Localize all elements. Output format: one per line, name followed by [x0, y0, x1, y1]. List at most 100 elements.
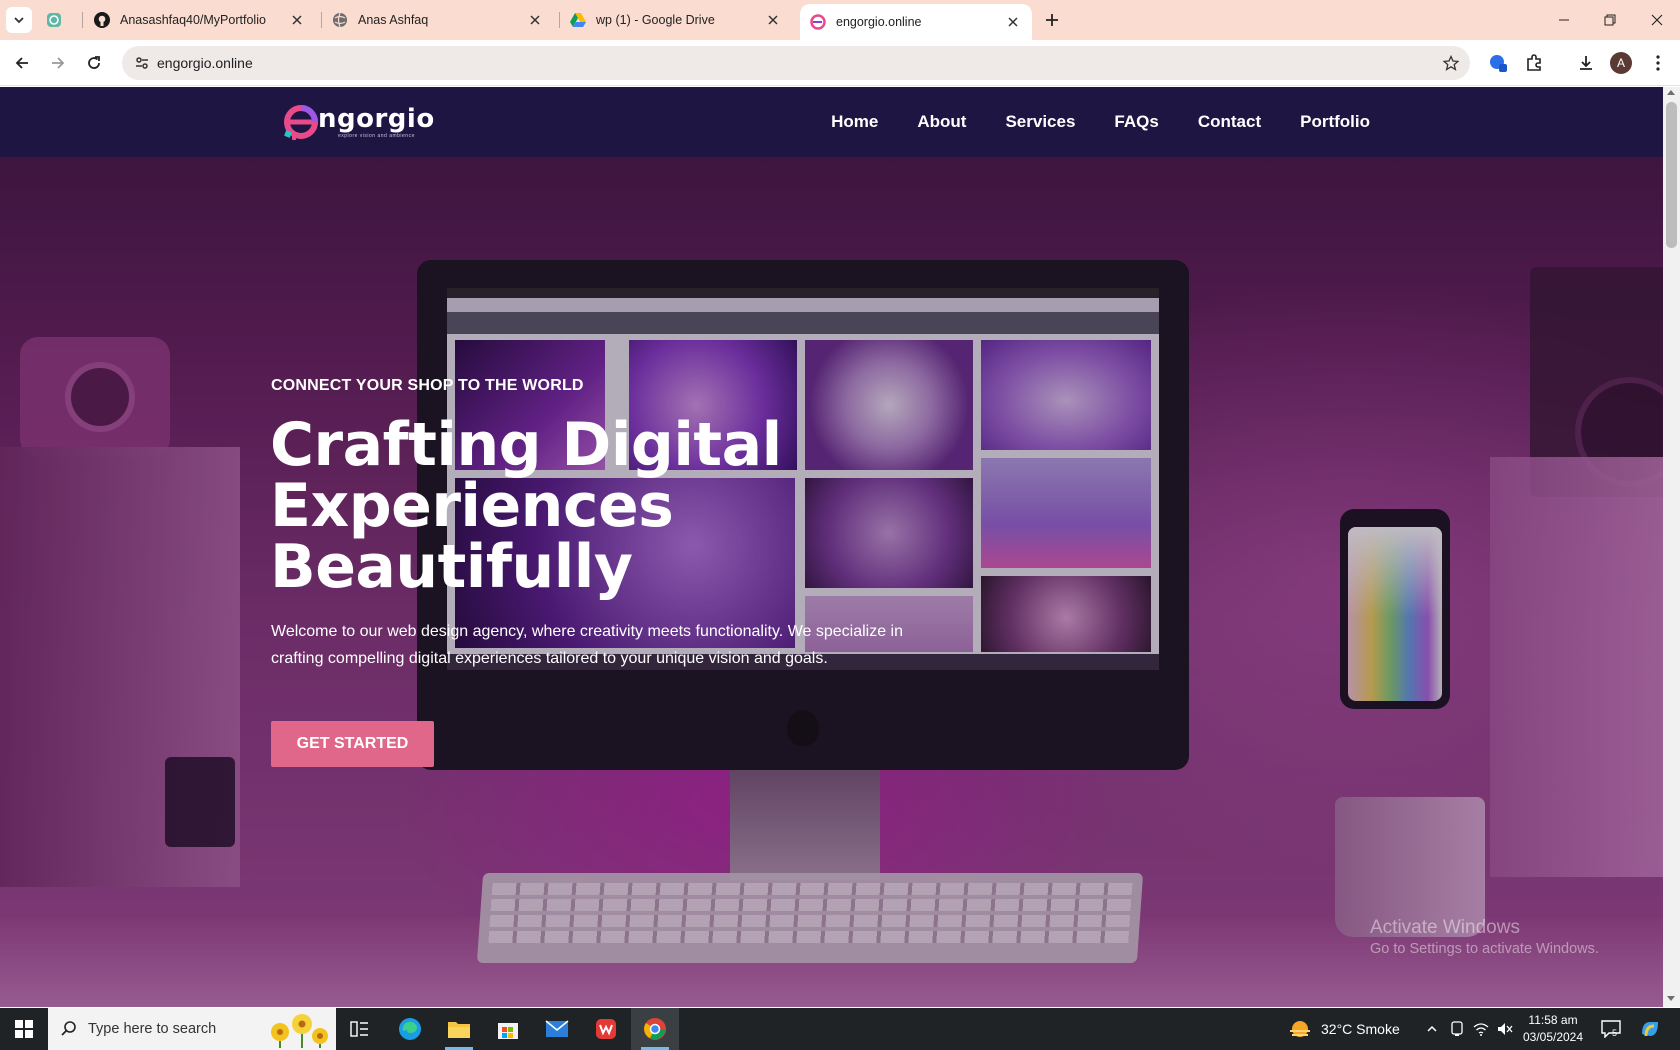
task-view-button[interactable] [336, 1008, 384, 1050]
downloads-button[interactable] [1572, 49, 1600, 77]
tab-title: Anas Ashfaq [358, 13, 429, 27]
get-started-button[interactable]: GET STARTED [271, 721, 434, 767]
tab-search-button[interactable] [6, 7, 32, 33]
minimize-icon [1559, 19, 1569, 21]
hero-section: CONNECT YOUR SHOP TO THE WORLD Crafting … [0, 157, 1663, 1007]
mail-taskbar-app[interactable] [533, 1008, 581, 1050]
notification-icon [1601, 1020, 1621, 1038]
tab-anas-ashfaq[interactable]: Anas Ashfaq [332, 0, 554, 40]
page-viewport: ngorgio explore vision and ambience Home… [0, 87, 1663, 1007]
chrome-menu-button[interactable] [1644, 49, 1672, 77]
edge-icon [399, 1018, 421, 1040]
scroll-down-icon[interactable] [1667, 996, 1675, 1001]
arrow-left-icon [15, 57, 28, 69]
nav-home[interactable]: Home [831, 112, 878, 132]
nav-services[interactable]: Services [1005, 112, 1075, 132]
flower-highlight-icon [271, 1014, 328, 1048]
logo-tagline: explore vision and ambience [338, 133, 415, 139]
system-clock[interactable]: 11:58 am 03/05/2024 [1522, 1012, 1584, 1046]
hero-title-line: Beautifully [270, 532, 633, 602]
github-icon [94, 12, 110, 28]
watermark-title: Activate Windows [1370, 917, 1520, 938]
task-view-icon [350, 1021, 368, 1037]
tab-google-drive[interactable]: wp (1) - Google Drive [570, 0, 792, 40]
site-header: ngorgio explore vision and ambience Home… [0, 87, 1663, 157]
hero-title: Crafting Digital Experiences Beautifully [270, 415, 970, 598]
nav-faqs[interactable]: FAQs [1114, 112, 1158, 132]
notification-center-button[interactable]: 5 [1594, 1008, 1628, 1050]
chevron-up-icon [1427, 1025, 1437, 1032]
taskbar-search[interactable]: Type here to search [48, 1008, 336, 1050]
tab-chatgpt[interactable] [46, 0, 80, 40]
logo-text: ngorgio [318, 104, 435, 134]
site-info-icon[interactable] [130, 51, 154, 75]
notification-count: 5 [1612, 1028, 1618, 1038]
tab-github[interactable]: Anasashfaq40/MyPortfolio [94, 0, 316, 40]
tab-title: Anasashfaq40/MyPortfolio [120, 13, 266, 27]
browser-toolbar: engorgio.online A [0, 40, 1680, 86]
nav-contact[interactable]: Contact [1198, 112, 1261, 132]
wps-office-icon [596, 1019, 616, 1039]
page-scrollbar[interactable] [1663, 87, 1680, 1007]
search-placeholder: Type here to search [88, 1021, 217, 1037]
network-button[interactable] [1470, 1008, 1492, 1050]
address-bar[interactable]: engorgio.online [122, 46, 1470, 80]
close-icon[interactable] [526, 11, 544, 29]
watermark-subtitle: Go to Settings to activate Windows. [1370, 941, 1599, 957]
wifi-icon [1473, 1023, 1489, 1036]
close-icon[interactable] [764, 11, 782, 29]
clock-date: 03/05/2024 [1522, 1030, 1584, 1044]
bookmark-star-icon[interactable] [1440, 52, 1462, 74]
copilot-icon [1642, 1022, 1658, 1037]
new-tab-button[interactable] [1040, 8, 1064, 32]
extensions-menu-button[interactable] [1520, 49, 1548, 77]
hero-title-line: Crafting Digital [270, 410, 782, 480]
close-window-button[interactable] [1634, 0, 1680, 40]
close-icon[interactable] [1004, 13, 1022, 31]
arrow-right-icon [52, 57, 65, 69]
activate-windows-watermark: Activate Windows Go to Settings to activ… [1370, 917, 1599, 957]
meet-now-button[interactable] [1446, 1008, 1468, 1050]
mail-icon [545, 1020, 569, 1037]
search-icon [61, 1021, 76, 1036]
scroll-up-icon[interactable] [1667, 90, 1675, 95]
reload-button[interactable] [80, 49, 108, 77]
tray-overflow-button[interactable] [1421, 1008, 1443, 1050]
restore-icon [1604, 14, 1616, 26]
extension-button[interactable] [1484, 49, 1512, 77]
file-explorer-taskbar-app[interactable] [435, 1008, 483, 1050]
copilot-button[interactable] [1630, 1008, 1670, 1050]
browser-tab-strip: Anasashfaq40/MyPortfolio Anas Ashfaq wp … [0, 0, 1680, 40]
device-icon [1451, 1021, 1463, 1036]
puzzle-icon [1527, 54, 1541, 71]
google-drive-icon [570, 12, 586, 28]
close-icon[interactable] [288, 11, 306, 29]
download-icon [1580, 56, 1592, 70]
wps-taskbar-app[interactable] [582, 1008, 630, 1050]
main-nav: Home About Services FAQs Contact Portfol… [792, 87, 1370, 157]
store-taskbar-app[interactable] [484, 1008, 532, 1050]
tab-engorgio[interactable]: engorgio.online [800, 4, 1032, 40]
clock-time: 11:58 am [1528, 1013, 1578, 1027]
close-icon [1651, 14, 1663, 26]
forward-button[interactable] [44, 49, 72, 77]
engorgio-favicon [810, 14, 826, 30]
nav-about[interactable]: About [917, 112, 966, 132]
edge-taskbar-app[interactable] [386, 1008, 434, 1050]
minimize-button[interactable] [1541, 0, 1587, 40]
volume-button[interactable] [1494, 1008, 1516, 1050]
back-button[interactable] [8, 49, 36, 77]
site-logo[interactable]: ngorgio explore vision and ambience [282, 103, 435, 143]
nav-portfolio[interactable]: Portfolio [1300, 112, 1370, 132]
volume-muted-icon [1498, 1023, 1513, 1035]
profile-avatar[interactable]: A [1610, 52, 1632, 74]
chevron-down-icon [14, 17, 24, 24]
restore-button[interactable] [1587, 0, 1633, 40]
start-button[interactable] [0, 1008, 48, 1050]
chrome-taskbar-app[interactable] [631, 1008, 679, 1050]
tab-separator [82, 12, 83, 28]
globe-icon [332, 12, 348, 28]
logo-mark-icon [282, 103, 318, 140]
kebab-menu-icon [1656, 55, 1660, 71]
scroll-thumb[interactable] [1666, 102, 1677, 248]
